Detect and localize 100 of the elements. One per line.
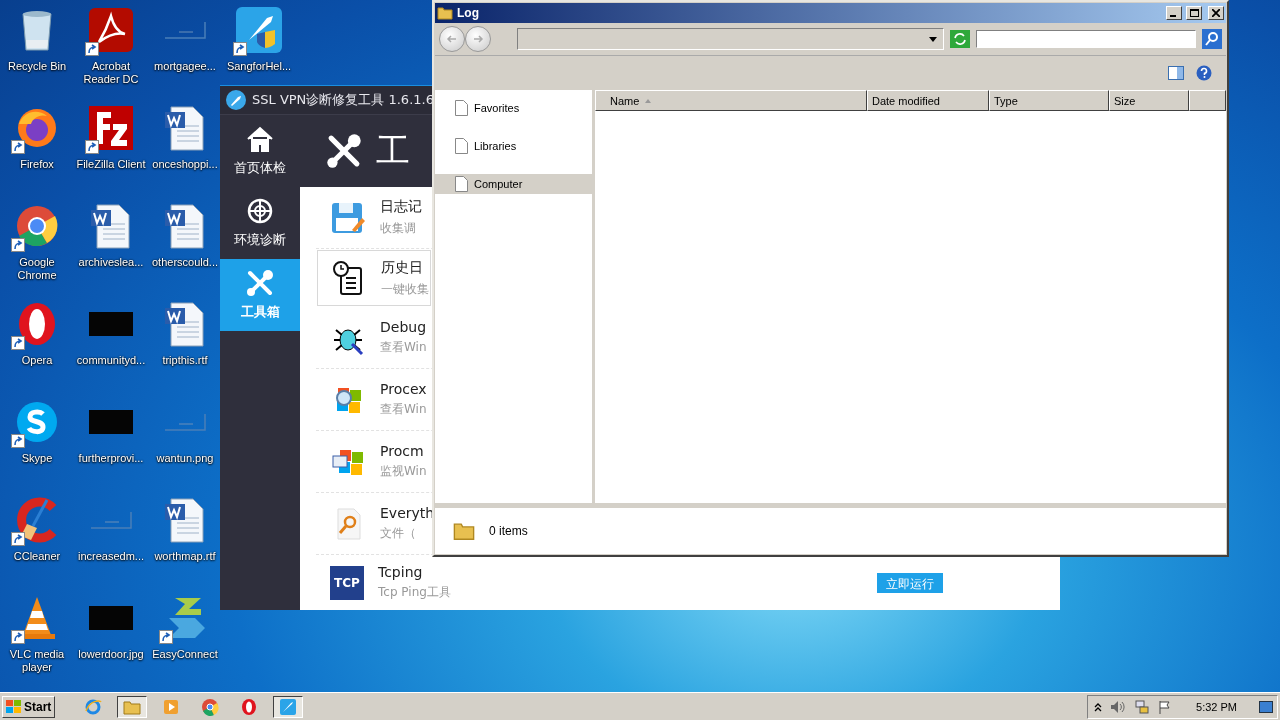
desktop-icon-label[interactable]: Opera xyxy=(21,354,53,367)
tool-description: 文件（ xyxy=(380,525,416,542)
navigation-item[interactable]: Favorites xyxy=(435,98,592,118)
sidebar-tab-label: 首页体检 xyxy=(234,159,286,177)
sidebar-tab[interactable]: 环境诊断 xyxy=(220,187,300,259)
page-title: 工 xyxy=(376,129,410,172)
refresh-icon[interactable] xyxy=(950,30,970,48)
tool-name: Procex xyxy=(380,381,427,397)
taskbar-app-button[interactable] xyxy=(273,695,304,718)
desktop-icon-label[interactable]: Recycle Bin xyxy=(7,60,67,73)
tool-description: 监视Win xyxy=(380,463,427,480)
search-icon[interactable] xyxy=(1202,29,1222,49)
tool-name: Procm xyxy=(380,443,424,459)
show-desktop-icon[interactable] xyxy=(1259,700,1273,713)
desktop-icon-label[interactable]: communityd... xyxy=(76,354,146,367)
desktop-icon-label[interactable]: SangforHel... xyxy=(226,60,292,73)
tcp-logo: TCP xyxy=(330,565,364,600)
rocket-shield-icon xyxy=(235,6,283,54)
folder-icon xyxy=(453,520,475,542)
tool-description: 查看Win xyxy=(380,401,427,418)
start-button[interactable]: Start xyxy=(2,695,56,718)
desktop-icon-label[interactable]: furtherprovi... xyxy=(78,452,144,465)
desktop-icon-label[interactable]: increasedm... xyxy=(78,550,144,563)
chrome-icon xyxy=(201,697,220,716)
tool-name: Everyth xyxy=(380,505,435,521)
column-header[interactable]: Name xyxy=(595,90,867,111)
page-icon xyxy=(455,138,468,154)
desktop-icon-label[interactable]: worthmap.rtf xyxy=(154,550,216,563)
internet-explorer-icon xyxy=(84,697,103,716)
help-icon[interactable] xyxy=(1196,65,1212,81)
navigation-item-label: Libraries xyxy=(474,140,517,152)
desktop-icon-label[interactable]: CCleaner xyxy=(13,550,61,563)
column-header[interactable]: Date modified xyxy=(867,90,989,111)
maximize-button[interactable] xyxy=(1186,6,1202,20)
column-header-label: Size xyxy=(1114,94,1136,107)
desktop-icon-label[interactable]: wantun.png xyxy=(156,452,214,465)
column-header[interactable]: Size xyxy=(1109,90,1189,111)
dropdown-caret-icon xyxy=(929,36,937,42)
navigation-item[interactable]: Libraries xyxy=(435,136,592,156)
window-title: Log xyxy=(457,6,480,20)
close-button[interactable] xyxy=(1208,6,1224,20)
image-thumbnail-icon xyxy=(90,511,132,529)
tool-name: 日志记 xyxy=(380,198,422,216)
minimize-button[interactable] xyxy=(1166,6,1182,20)
image-thumbnail-icon xyxy=(164,413,206,431)
tool-description: Tcp Ping工具 xyxy=(378,584,451,601)
opera-icon xyxy=(240,697,259,716)
desktop-icon-label[interactable]: onceshoppi... xyxy=(152,158,218,171)
windows-logo-icon xyxy=(6,699,22,714)
sidebar-tab-label: 环境诊断 xyxy=(234,231,286,249)
desktop-icon-label[interactable]: EasyConnect xyxy=(152,648,218,661)
page-icon xyxy=(455,176,468,192)
desktop-icon-label[interactable]: mortgagee... xyxy=(154,60,216,73)
navigation-item-label: Computer xyxy=(474,178,523,190)
desktop-icon-label[interactable]: lowerdoor.jpg xyxy=(78,648,144,661)
sort-arrow-icon xyxy=(645,98,652,103)
navigation-item[interactable]: Computer xyxy=(435,174,592,194)
tool-description: 一键收集 xyxy=(381,280,429,298)
forward-arrow-icon xyxy=(472,33,484,45)
column-header[interactable]: Type xyxy=(989,90,1109,111)
network-icon[interactable] xyxy=(1134,698,1151,715)
speaker-icon[interactable] xyxy=(1110,699,1127,714)
desktop-icon-label[interactable]: Google Chrome xyxy=(1,256,73,282)
preview-pane-icon[interactable] xyxy=(1168,66,1184,80)
desktop-icon-label[interactable]: Acrobat Reader DC xyxy=(75,60,147,86)
taskbar-app-button[interactable] xyxy=(117,695,148,718)
navigation-item-label: Favorites xyxy=(474,102,520,114)
desktop-icon-label[interactable]: otherscould... xyxy=(151,256,218,269)
page-icon xyxy=(455,100,468,116)
tool-description: 收集调 xyxy=(380,220,416,237)
desktop-icon-label[interactable]: archiveslea... xyxy=(78,256,144,269)
folder-icon xyxy=(437,5,453,21)
window-title: SSL VPN诊断修复工具 1.6.1.6 xyxy=(252,91,434,109)
maximize-icon xyxy=(1189,9,1199,17)
desktop-icon-label[interactable]: FileZilla Client xyxy=(76,158,146,171)
tool-row-highlight[interactable]: 历史日 一键收集 xyxy=(317,250,431,306)
desktop-icon-label[interactable]: VLC media player xyxy=(1,648,73,674)
back-button[interactable] xyxy=(439,26,465,52)
desktop-icon-label[interactable]: tripthis.rtf xyxy=(162,354,208,367)
address-bar[interactable] xyxy=(517,28,944,50)
item-count: 0 items xyxy=(489,524,528,538)
back-arrow-icon xyxy=(446,33,458,45)
tool-name: 历史日 xyxy=(381,258,423,277)
tool-description: 查看Win xyxy=(380,339,427,356)
tool-name: Tcping xyxy=(378,564,423,580)
desktop-icon-label[interactable]: Firefox xyxy=(20,158,54,171)
image-thumbnail-icon xyxy=(164,21,206,39)
chevron-up-icon[interactable] xyxy=(1094,701,1103,712)
flag-icon[interactable] xyxy=(1158,699,1173,714)
sidebar-tab-label: 工具箱 xyxy=(240,303,280,321)
image-thumbnail-icon xyxy=(89,606,133,630)
filezilla-icon xyxy=(87,104,135,152)
clock[interactable]: 5:32 PM xyxy=(1196,700,1237,713)
desktop-icon-label[interactable]: Skype xyxy=(21,452,53,465)
media-player-icon xyxy=(162,697,181,716)
forward-button[interactable] xyxy=(465,26,491,52)
search-field[interactable] xyxy=(976,30,1196,48)
wrench-screwdriver-icon xyxy=(326,133,362,169)
crosshair-icon xyxy=(246,197,274,225)
sidebar-tab[interactable]: 首页体检 xyxy=(220,115,300,187)
